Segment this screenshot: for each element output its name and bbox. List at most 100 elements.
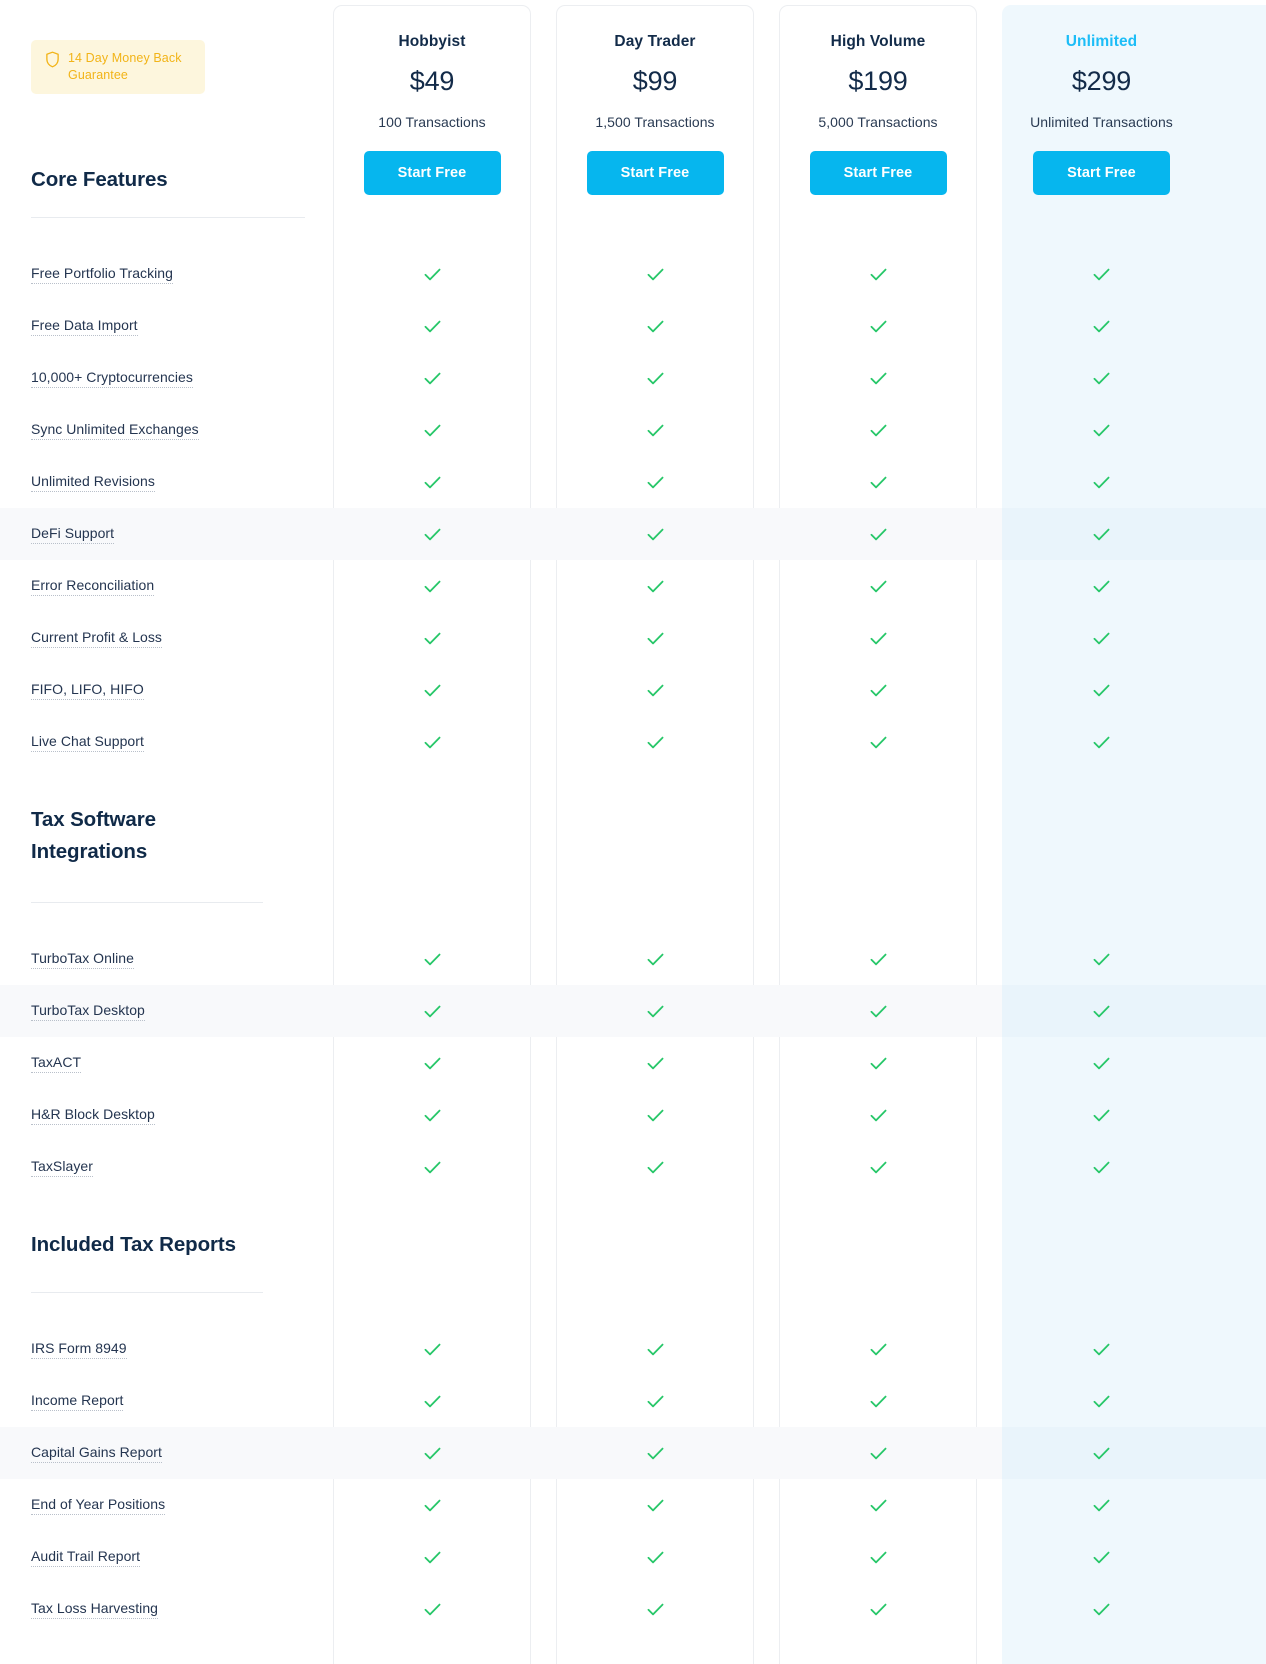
check-icon: [1091, 1001, 1112, 1022]
feature-cell: [556, 1089, 754, 1141]
check-icon: [1091, 1157, 1112, 1178]
plan-price: $299: [1071, 66, 1132, 96]
plan-transactions: 1,500 Transactions: [595, 114, 715, 130]
feature-cell: [1002, 933, 1201, 985]
plan-name: Day Trader: [614, 33, 696, 50]
table-row: Current Profit & Loss: [0, 612, 1266, 664]
feature-label-sync-unlimited-exchanges: Sync Unlimited Exchanges: [31, 404, 199, 456]
feature-label-taxslayer: TaxSlayer: [31, 1141, 93, 1193]
feature-cell: [779, 352, 977, 404]
check-icon: [422, 1391, 443, 1412]
feature-cell: [1002, 1583, 1201, 1635]
check-icon: [1091, 628, 1112, 649]
feature-label-text[interactable]: Income Report: [31, 1392, 124, 1411]
money-back-guarantee-badge: 14 Day Money Back Guarantee: [31, 40, 205, 94]
check-icon: [422, 1339, 443, 1360]
feature-label-text[interactable]: TurboTax Online: [31, 950, 134, 969]
feature-cell: [779, 1479, 977, 1531]
check-icon: [645, 368, 666, 389]
feature-cell: [556, 508, 754, 560]
table-row: Free Data Import: [0, 300, 1266, 352]
feature-label-tax-loss-harvesting: Tax Loss Harvesting: [31, 1583, 159, 1635]
check-icon: [868, 1339, 889, 1360]
table-row: Income Report: [0, 1375, 1266, 1427]
feature-label-text[interactable]: Sync Unlimited Exchanges: [31, 421, 199, 440]
feature-label-text[interactable]: TaxSlayer: [31, 1158, 93, 1177]
feature-label-text[interactable]: FIFO, LIFO, HIFO: [31, 681, 144, 700]
check-icon: [422, 524, 443, 545]
feature-cell: [1002, 1037, 1201, 1089]
check-icon: [1091, 576, 1112, 597]
check-icon: [868, 1001, 889, 1022]
feature-label-text[interactable]: Free Data Import: [31, 317, 138, 336]
feature-cell: [779, 508, 977, 560]
check-icon: [645, 1495, 666, 1516]
check-icon: [422, 264, 443, 285]
feature-cell: [779, 664, 977, 716]
feature-cell: [779, 300, 977, 352]
check-icon: [422, 949, 443, 970]
feature-cell: [333, 612, 531, 664]
feature-cell: [333, 1479, 531, 1531]
check-icon: [1091, 420, 1112, 441]
check-icon: [868, 420, 889, 441]
feature-label-text[interactable]: Capital Gains Report: [31, 1444, 162, 1463]
feature-cell: [779, 612, 977, 664]
feature-label-text[interactable]: H&R Block Desktop: [31, 1106, 155, 1125]
feature-cell: [333, 404, 531, 456]
check-icon: [868, 1053, 889, 1074]
section-title: Tax Software Integrations: [31, 808, 156, 863]
feature-label-text[interactable]: TaxACT: [31, 1054, 82, 1073]
feature-cell: [1002, 1479, 1201, 1531]
check-icon: [422, 628, 443, 649]
feature-label-text[interactable]: Current Profit & Loss: [31, 629, 162, 648]
feature-cell: [1002, 456, 1201, 508]
feature-cell: [779, 1141, 977, 1193]
feature-cell: [779, 1037, 977, 1089]
feature-cell: [333, 1037, 531, 1089]
feature-cell: [779, 716, 977, 768]
feature-cell: [1002, 664, 1201, 716]
feature-label-current-profit-loss: Current Profit & Loss: [31, 612, 162, 664]
feature-label-text[interactable]: IRS Form 8949: [31, 1340, 127, 1359]
feature-label-fifo-lifo-hifo: FIFO, LIFO, HIFO: [31, 664, 144, 716]
check-icon: [868, 1391, 889, 1412]
check-icon: [422, 1495, 443, 1516]
check-icon: [1091, 1391, 1112, 1412]
feature-label-audit-trail-report: Audit Trail Report: [31, 1531, 141, 1583]
feature-cell: [1002, 1141, 1201, 1193]
feature-cell: [556, 1531, 754, 1583]
feature-label-text[interactable]: Audit Trail Report: [31, 1548, 141, 1567]
check-icon: [422, 316, 443, 337]
feature-label-text[interactable]: End of Year Positions: [31, 1496, 166, 1515]
feature-cell: [779, 560, 977, 612]
feature-label-text[interactable]: Tax Loss Harvesting: [31, 1600, 159, 1619]
feature-cell: [1002, 508, 1201, 560]
feature-label-text[interactable]: Free Portfolio Tracking: [31, 265, 173, 284]
check-icon: [868, 1547, 889, 1568]
check-icon: [645, 1599, 666, 1620]
check-icon: [645, 628, 666, 649]
feature-label-text[interactable]: Live Chat Support: [31, 733, 144, 752]
feature-cell: [333, 560, 531, 612]
check-icon: [422, 1105, 443, 1126]
section-header-included-tax-reports: Included Tax Reports: [0, 1193, 1266, 1293]
table-row: FIFO, LIFO, HIFO: [0, 664, 1266, 716]
section-title: Included Tax Reports: [31, 1233, 236, 1256]
feature-cell: [556, 985, 754, 1037]
feature-label-text[interactable]: TurboTax Desktop: [31, 1002, 145, 1021]
feature-label-unlimited-revisions: Unlimited Revisions: [31, 456, 155, 508]
table-row: Unlimited Revisions: [0, 456, 1266, 508]
feature-label-text[interactable]: 10,000+ Cryptocurrencies: [31, 369, 193, 388]
feature-cell: [1002, 716, 1201, 768]
feature-label-text[interactable]: Unlimited Revisions: [31, 473, 155, 492]
check-icon: [1091, 1105, 1112, 1126]
check-icon: [645, 1391, 666, 1412]
feature-label-text[interactable]: DeFi Support: [31, 525, 115, 544]
feature-cell: [333, 248, 531, 300]
check-icon: [645, 1157, 666, 1178]
check-icon: [868, 524, 889, 545]
section-divider: [31, 217, 305, 218]
feature-label-text[interactable]: Error Reconciliation: [31, 577, 155, 596]
